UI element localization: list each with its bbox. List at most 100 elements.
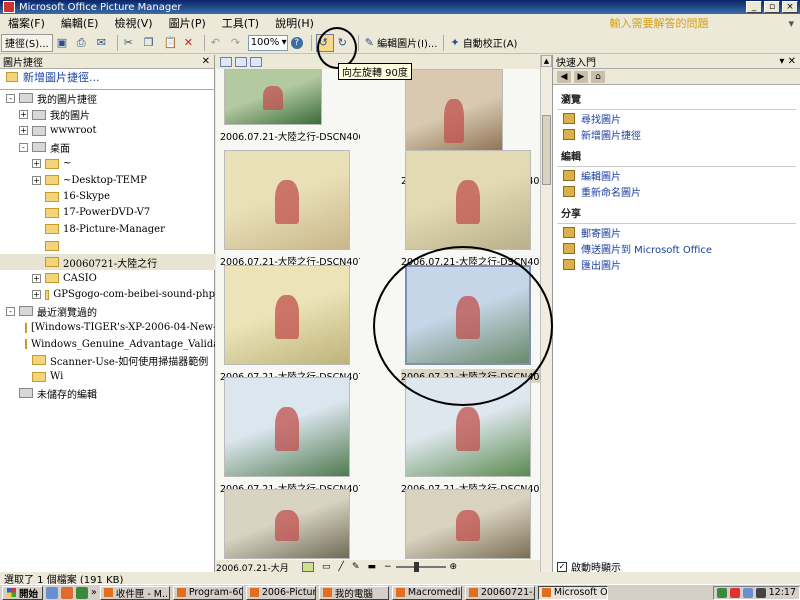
tray-icon[interactable] <box>742 587 753 598</box>
task-link[interactable]: 重新命名圖片 <box>553 183 800 199</box>
undo-icon[interactable]: ↶ <box>209 34 227 52</box>
single-view-icon[interactable] <box>250 57 262 67</box>
tree-item[interactable]: - 桌面 <box>0 139 215 155</box>
thumbnail-mode-icon[interactable] <box>302 562 314 572</box>
tree-item[interactable]: Wi <box>0 369 215 385</box>
copy-icon[interactable]: ❐ <box>142 34 160 52</box>
menu-view[interactable]: 檢視(V) <box>106 15 160 31</box>
expand-toggle-icon[interactable]: + <box>19 110 28 120</box>
task-link[interactable]: 尋找圖片 <box>553 110 800 126</box>
tree-item[interactable]: Windows_Genuine_Advantage_Validation_To <box>0 336 215 352</box>
filmstrip-icon[interactable]: ▭ <box>322 562 331 572</box>
tree-item[interactable]: [Windows-TIGER's-XP-2006-04-New-ISO] <box>0 319 215 335</box>
scroll-up-icon[interactable]: ▲ <box>541 55 552 67</box>
edit-icon[interactable]: ✎ <box>352 562 360 572</box>
photo-thumbnail[interactable] <box>224 489 350 559</box>
start-button[interactable]: 開始 <box>2 585 44 600</box>
task-link[interactable]: 編輯圖片 <box>553 167 800 183</box>
tree-item[interactable]: 17-PowerDVD-V7 <box>0 205 215 221</box>
tree-item[interactable]: 20060721-大陸之行 <box>0 253 215 271</box>
tree-item[interactable]: 18-Picture-Manager <box>0 221 215 237</box>
shortcuts-button[interactable]: 捷徑(S)... <box>1 33 53 52</box>
back-icon[interactable]: ◀ <box>557 70 571 83</box>
taskbar-window-button[interactable]: Program-60... <box>172 585 243 600</box>
zoom-select[interactable]: 100% ▾ <box>247 34 288 51</box>
restore-button[interactable]: ▫ <box>764 1 780 13</box>
print-icon[interactable]: ⎙ <box>75 34 93 52</box>
tree-item[interactable]: + ~ <box>0 156 215 172</box>
task-link[interactable]: 傳送圖片到 Microsoft Office <box>553 240 800 256</box>
menu-tools[interactable]: 工具(T) <box>214 15 267 31</box>
slider-icon[interactable]: ╱ <box>339 562 344 572</box>
task-link[interactable]: 新增圖片捷徑 <box>553 126 800 142</box>
redo-icon[interactable]: ↷ <box>229 34 247 52</box>
taskbar-window-button[interactable]: 我的電腦 <box>318 585 389 600</box>
tree-item[interactable]: + 我的圖片 <box>0 106 215 122</box>
expand-toggle-icon[interactable]: - <box>6 306 15 316</box>
taskbar-window-button[interactable]: 收件匣 - M... <box>99 585 170 600</box>
photo-thumbnail[interactable] <box>224 150 350 250</box>
taskbar-window-button[interactable]: 2006-Pictures <box>245 585 316 600</box>
close-window-button[interactable]: × <box>782 1 798 13</box>
tray-icon[interactable] <box>755 587 766 598</box>
help-icon[interactable]: ? <box>289 34 307 52</box>
task-link[interactable]: 匯出圖片 <box>553 256 800 272</box>
forward-icon[interactable]: ▶ <box>574 70 588 83</box>
add-shortcut-link[interactable]: 新增圖片捷徑... <box>0 69 214 85</box>
task-link[interactable]: 郵寄圖片 <box>553 224 800 240</box>
checkbox-icon[interactable]: ✓ <box>557 561 567 572</box>
tree-item[interactable]: 未儲存的編輯 <box>0 385 215 401</box>
taskbar-window-button[interactable]: Macromedi... <box>391 585 462 600</box>
tray-icon[interactable] <box>716 587 727 598</box>
tree-item[interactable]: Scanner-Use-如何使用掃描器範例 <box>0 352 215 368</box>
minimize-button[interactable]: _ <box>746 1 762 13</box>
tree-item[interactable]: - 最近瀏覽過的 <box>0 303 215 319</box>
tree-item[interactable]: + wwwroot <box>0 123 215 139</box>
tree-item[interactable]: 16-Skype <box>0 188 215 204</box>
zoom-in-icon[interactable]: ⊕ <box>450 562 458 572</box>
expand-toggle-icon[interactable]: + <box>32 273 41 283</box>
zoom-out-icon[interactable]: − <box>384 562 392 572</box>
zoom-slider-thumb[interactable] <box>413 562 419 572</box>
zoom-slider[interactable] <box>395 562 446 572</box>
ie-icon[interactable] <box>46 586 59 599</box>
photo-thumbnail[interactable] <box>224 377 350 477</box>
delete-icon[interactable]: ✕ <box>182 34 200 52</box>
outlook-icon[interactable] <box>61 586 74 599</box>
taskbar-window-button[interactable]: Microsoft O... <box>537 585 608 600</box>
edit-pictures-button[interactable]: ✎ 編輯圖片(I)... <box>363 34 440 52</box>
help-dropdown-icon[interactable]: ▾ <box>788 17 794 30</box>
expand-toggle-icon[interactable]: + <box>19 126 28 136</box>
tree-item[interactable]: + CASIO <box>0 270 215 286</box>
paste-icon[interactable]: 📋 <box>162 34 180 52</box>
help-question-box[interactable]: 輸入需要解答的問題 <box>609 15 708 31</box>
expand-toggle-icon[interactable]: + <box>32 290 41 300</box>
mail-icon[interactable]: ✉ <box>95 34 113 52</box>
photo-thumbnail[interactable] <box>224 69 322 125</box>
tree-item[interactable]: + ~Desktop-TEMP <box>0 172 215 188</box>
task-pane-menu-icon[interactable]: ▾ ✕ <box>779 56 796 67</box>
close-icon[interactable]: ✕ <box>202 56 210 67</box>
save-icon[interactable]: ▣ <box>55 34 73 52</box>
menu-edit[interactable]: 編輯(E) <box>53 15 107 31</box>
menu-picture[interactable]: 圖片(P) <box>161 15 214 31</box>
tree-item[interactable] <box>0 238 215 254</box>
quicklaunch-icon[interactable] <box>76 586 89 599</box>
scroll-thumb[interactable] <box>542 115 551 185</box>
tree-item[interactable]: + GPSgogo-com-beibei-sound-php <box>0 287 215 303</box>
filmstrip-view-icon[interactable] <box>235 57 247 67</box>
expand-toggle-icon[interactable]: + <box>32 175 41 185</box>
taskbar-window-button[interactable]: 20060721-... <box>464 585 535 600</box>
auto-correct-button[interactable]: ✦ 自動校正(A) <box>448 34 519 52</box>
tree-item[interactable]: - 我的圖片捷徑 <box>0 90 215 106</box>
thumbnail-view-icon[interactable] <box>220 57 232 67</box>
expand-toggle-icon[interactable]: + <box>32 159 41 169</box>
cut-icon[interactable]: ✂ <box>122 34 140 52</box>
photo-thumbnail[interactable] <box>405 150 531 250</box>
photo-thumbnail[interactable] <box>224 265 350 365</box>
menu-help[interactable]: 說明(H) <box>267 15 322 31</box>
menu-file[interactable]: 檔案(F) <box>0 15 53 31</box>
home-icon[interactable]: ⌂ <box>591 70 605 83</box>
photo-thumbnail[interactable] <box>405 489 531 559</box>
expand-toggle-icon[interactable]: - <box>19 142 28 152</box>
